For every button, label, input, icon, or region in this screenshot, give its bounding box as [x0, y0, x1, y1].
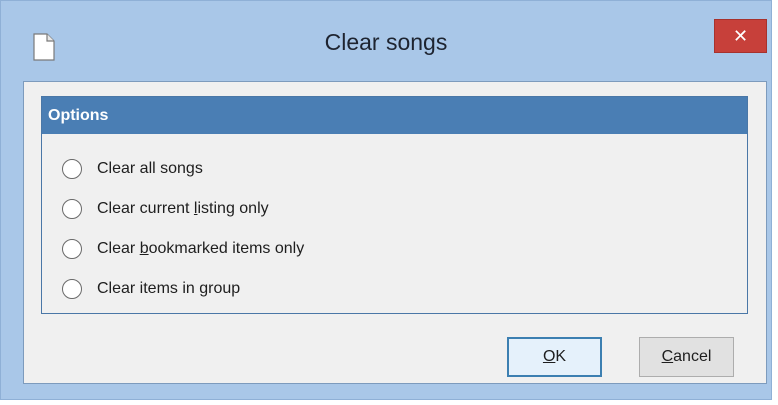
window-title: Clear songs: [324, 29, 448, 55]
option-label: Clear current listing only: [97, 200, 269, 217]
option-clear-current-listing[interactable]: Clear current listing only: [62, 189, 747, 229]
option-clear-items-in-group[interactable]: Clear items in group: [62, 269, 747, 309]
radio-button[interactable]: [62, 159, 82, 179]
option-label: Clear items in group: [97, 280, 241, 297]
option-label: Clear all songs: [97, 160, 203, 177]
ok-button[interactable]: OK: [507, 337, 602, 377]
option-clear-bookmarked-items[interactable]: Clear bookmarked items only: [62, 229, 747, 269]
options-group-header: Options: [42, 97, 747, 134]
title-bar: Clear songs ✕: [1, 1, 771, 81]
close-icon: ✕: [732, 25, 749, 46]
dialog-client-area: Options Clear all songs Clear current li…: [23, 81, 767, 384]
options-list: Clear all songs Clear current listing on…: [42, 134, 747, 309]
radio-button[interactable]: [62, 199, 82, 219]
radio-button[interactable]: [62, 239, 82, 259]
radio-button[interactable]: [62, 279, 82, 299]
option-clear-all-songs[interactable]: Clear all songs: [62, 149, 747, 189]
close-button[interactable]: ✕: [714, 19, 767, 53]
dialog-window: Clear songs ✕ Options Clear all songs Cl…: [0, 0, 772, 400]
options-group: Options Clear all songs Clear current li…: [41, 96, 748, 314]
cancel-button[interactable]: Cancel: [639, 337, 734, 377]
option-label: Clear bookmarked items only: [97, 240, 305, 257]
